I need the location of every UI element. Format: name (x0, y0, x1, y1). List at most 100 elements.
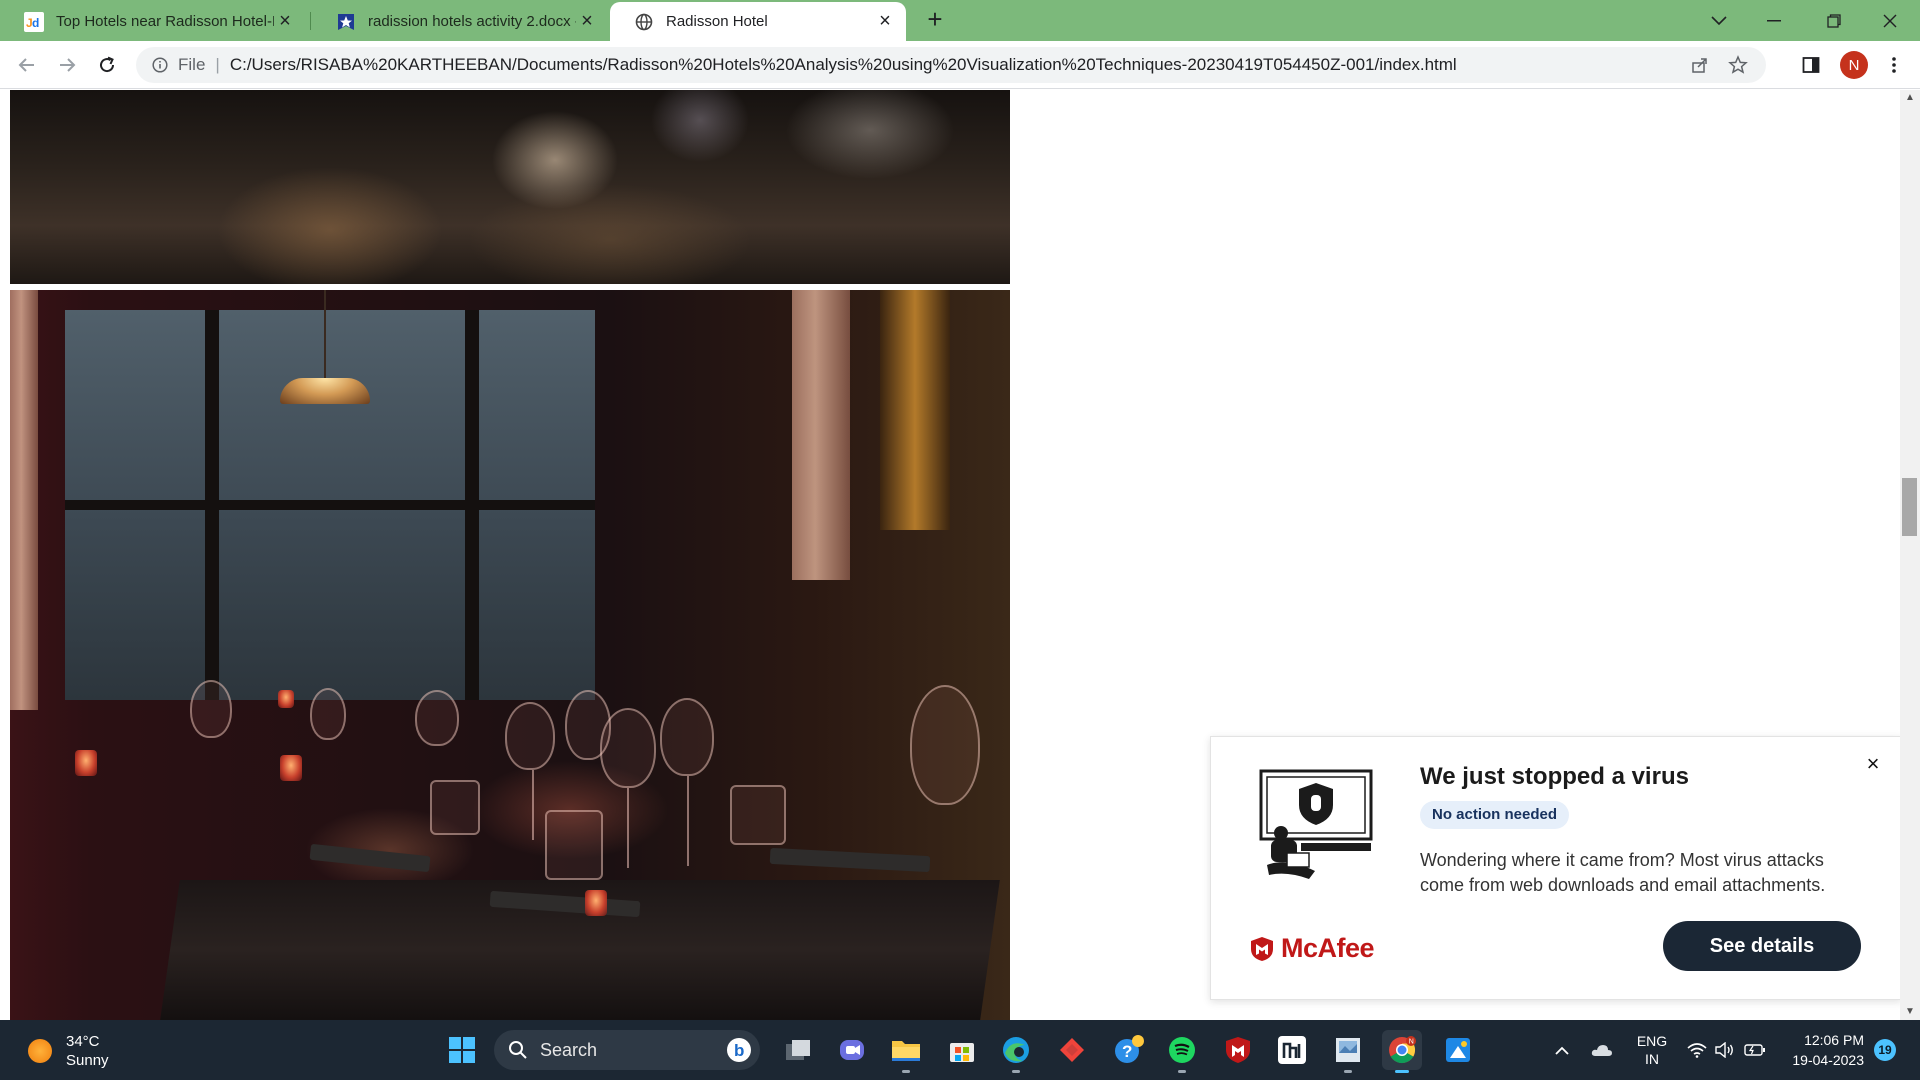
see-details-button[interactable]: See details (1663, 921, 1861, 971)
lamp-cord (324, 290, 326, 380)
teams-chat-icon[interactable] (832, 1030, 872, 1070)
show-hidden-icons-chevron-icon[interactable] (1548, 1040, 1576, 1060)
tab-close-icon[interactable]: × (874, 10, 896, 33)
profile-avatar[interactable]: N (1840, 51, 1868, 79)
weather-temp: 34°C (66, 1033, 100, 1050)
menu-icon[interactable] (1880, 51, 1908, 79)
task-view-icon[interactable] (778, 1030, 818, 1070)
scroll-up-arrow-icon[interactable]: ▲ (1900, 90, 1920, 106)
mcafee-shield-icon (1251, 936, 1273, 961)
napkin (769, 847, 931, 873)
scrollbar-thumb[interactable] (1902, 478, 1917, 536)
wine-glass (600, 708, 656, 788)
notification-count-badge[interactable]: 19 (1874, 1039, 1896, 1061)
candle (278, 690, 294, 708)
running-indicator (1178, 1070, 1186, 1073)
share-icon[interactable] (1686, 51, 1714, 79)
windows-start-icon[interactable] (442, 1030, 482, 1070)
mcafee-notification: × We just stopped a virus No action need… (1210, 736, 1902, 1000)
globe-icon (634, 12, 654, 32)
tab-title: Radisson Hotel (666, 13, 768, 30)
curtain-right (792, 290, 850, 580)
url-text[interactable]: C:/Users/RISABA%20KARTHEEBAN/Documents/R… (230, 55, 1457, 75)
tab-radisson-hotel[interactable]: Radisson Hotel × (610, 2, 906, 41)
napkin (309, 843, 431, 873)
scroll-down-arrow-icon[interactable]: ▼ (1900, 1004, 1920, 1020)
mi-icon[interactable] (1272, 1030, 1312, 1070)
candle (75, 750, 97, 776)
battery-icon[interactable] (1742, 1038, 1768, 1062)
page-scrollbar[interactable]: ▲ ▼ (1900, 90, 1920, 1020)
close-window-button[interactable] (1866, 0, 1914, 41)
tab-word-doc[interactable]: radission hotels activity 2.docx - Micro… (312, 2, 608, 41)
windows-taskbar: 34°C Sunny Search b ? N ENG IN 12:06 PM … (0, 1020, 1920, 1080)
chrome-icon[interactable]: N (1382, 1030, 1422, 1073)
system-clock[interactable]: 12:06 PM 19-04-2023 (1786, 1030, 1864, 1070)
paint-icon[interactable] (1438, 1030, 1478, 1070)
restaurant-dining-table-photo (10, 290, 1010, 1020)
mcafee-logo: McAfee (1249, 933, 1375, 964)
wine-glass (190, 680, 232, 738)
tab-search-chevron-icon[interactable] (1695, 0, 1743, 41)
svg-text:b: b (734, 1041, 744, 1060)
tab-close-icon[interactable]: × (576, 10, 598, 33)
restaurant-bokeh-photo (10, 90, 1010, 284)
edge-icon[interactable] (996, 1030, 1036, 1073)
tab-divider (310, 12, 311, 30)
search-icon (509, 1041, 527, 1059)
url-scheme-label: File (178, 55, 206, 74)
minimize-button[interactable] (1750, 0, 1798, 41)
wine-glass (310, 688, 346, 740)
running-indicator (1395, 1070, 1409, 1073)
file-explorer-icon[interactable] (886, 1030, 926, 1073)
weather-condition: Sunny (66, 1052, 109, 1069)
bing-icon[interactable]: b (726, 1037, 752, 1063)
tumbler (430, 780, 480, 835)
language-indicator[interactable]: ENG IN (1630, 1032, 1674, 1068)
back-button[interactable] (11, 49, 43, 81)
bookmark-star-icon[interactable] (1724, 51, 1752, 79)
reload-button[interactable] (91, 49, 123, 81)
virus-blocked-illustration-icon (1257, 767, 1377, 892)
help-icon[interactable]: ? (1108, 1030, 1148, 1070)
site-info-icon[interactable] (150, 55, 170, 75)
wine-glass (660, 698, 714, 776)
wine-glass (910, 685, 980, 805)
language-code: ENG (1636, 1033, 1668, 1049)
wifi-icon[interactable] (1684, 1038, 1710, 1062)
justdial-icon: Jd (24, 11, 44, 32)
tab-close-icon[interactable]: × (274, 10, 296, 33)
tumbler (545, 810, 603, 880)
onedrive-cloud-icon[interactable] (1588, 1038, 1616, 1062)
side-panel-icon[interactable] (1797, 51, 1825, 79)
close-icon[interactable]: × (1859, 751, 1887, 779)
weather-widget[interactable]: 34°C Sunny (28, 1032, 109, 1070)
tab-title: Top Hotels near Radisson Hotel-Nagpur (56, 13, 274, 30)
tab-justdial[interactable]: Jd Top Hotels near Radisson Hotel-Nagpur… (0, 2, 306, 41)
tab-title: radission hotels activity 2.docx - Micro… (368, 13, 576, 30)
restore-button[interactable] (1810, 0, 1858, 41)
glass-stem (627, 788, 629, 868)
popup-headline: We just stopped a virus (1420, 763, 1689, 790)
browser-toolbar: File | C:/Users/RISABA%20KARTHEEBAN/Docu… (0, 41, 1920, 89)
clock-time: 12:06 PM (1804, 1032, 1864, 1048)
microsoft-store-icon[interactable] (942, 1030, 982, 1070)
svg-text:d: d (32, 16, 39, 30)
volume-icon[interactable] (1712, 1038, 1738, 1062)
search-label: Search (540, 1039, 598, 1060)
mcafee-wordmark: McAfee (1281, 933, 1375, 963)
candle (585, 890, 607, 916)
window-frame (65, 500, 595, 510)
mcafee-taskbar-icon[interactable] (1218, 1030, 1258, 1070)
taskbar-search-box[interactable]: Search b (494, 1030, 760, 1070)
tumbler (730, 785, 786, 845)
new-tab-button[interactable]: + (923, 6, 947, 32)
forward-button[interactable] (51, 49, 83, 81)
running-indicator (1344, 1070, 1352, 1073)
address-bar[interactable]: File | C:/Users/RISABA%20KARTHEEBAN/Docu… (136, 47, 1766, 83)
spotify-icon[interactable] (1162, 1030, 1202, 1073)
region-code: IN (1645, 1051, 1659, 1067)
wine-glass (415, 690, 459, 746)
anydesk-icon[interactable] (1052, 1030, 1092, 1070)
photos-viewer-icon[interactable] (1328, 1030, 1368, 1073)
